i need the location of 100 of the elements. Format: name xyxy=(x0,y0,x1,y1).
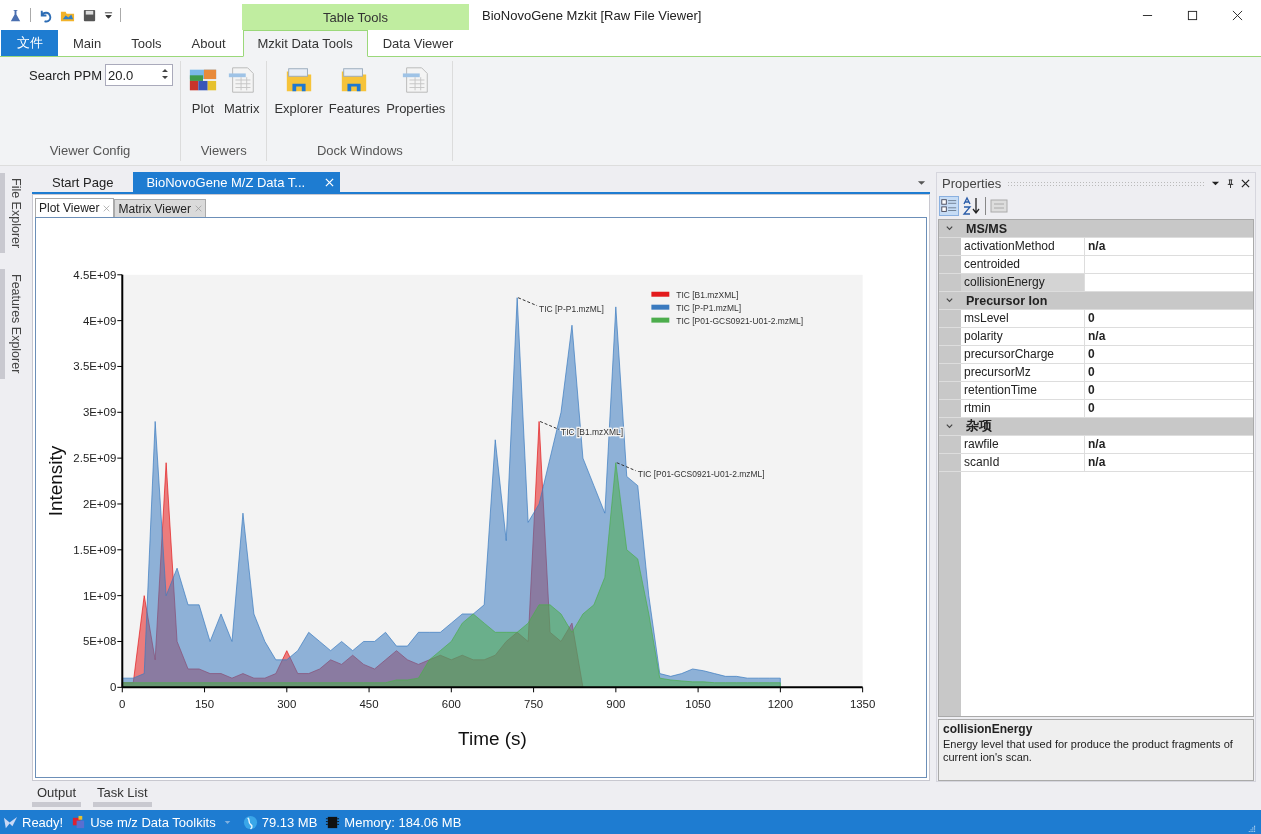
ribbon-button[interactable]: Plot xyxy=(187,61,219,116)
tick-label: 450 xyxy=(359,698,379,711)
tick-label: 750 xyxy=(524,698,544,711)
spreadsheet-icon xyxy=(400,65,431,95)
property-name[interactable]: polarity xyxy=(961,328,1085,345)
property-value: 0 xyxy=(1088,347,1095,361)
ribbon-tab[interactable]: Mzkit Data Tools xyxy=(242,30,368,57)
ribbon-button[interactable]: Properties xyxy=(385,61,447,116)
legend-label: TIC [B1.mzXML] xyxy=(676,289,739,300)
dropdown-icon[interactable] xyxy=(104,10,113,20)
ribbon-tab[interactable]: 文件 xyxy=(1,30,58,56)
property-name[interactable]: centroided xyxy=(961,256,1085,273)
status-text: 79.13 MB xyxy=(261,814,318,830)
ribbon-button[interactable]: Features xyxy=(327,61,382,116)
annotation-label: TIC [P01-GCS0921-U01-2.mzML] xyxy=(637,468,765,479)
contextual-group-label: Table Tools xyxy=(323,9,388,25)
close-icon[interactable] xyxy=(1232,9,1243,21)
document-tab[interactable]: Start Page xyxy=(32,172,134,192)
collapse-icon[interactable] xyxy=(945,422,954,431)
group-label: Dock Windows xyxy=(315,143,404,160)
group-label: Viewer Config xyxy=(48,143,132,160)
description-title: collisionEnergy xyxy=(943,722,1034,736)
property-name[interactable]: precursorCharge xyxy=(961,346,1085,363)
sort-alphabetical-icon[interactable] xyxy=(962,196,982,216)
ribbon-tab[interactable]: Data Viewer xyxy=(367,30,469,56)
flask-icon[interactable] xyxy=(8,7,23,23)
tick-label: 3.5E+09 xyxy=(73,360,117,373)
pin-icon[interactable] xyxy=(1226,178,1235,188)
document-tab[interactable]: BioNovoGene M/Z Data T... xyxy=(133,172,341,192)
property-name[interactable]: activationMethod xyxy=(961,238,1085,255)
property-name[interactable]: retentionTime xyxy=(961,382,1085,399)
tick-label: 4.5E+09 xyxy=(73,268,117,281)
viewer-tab[interactable]: Plot Viewer xyxy=(35,198,115,217)
tick-label: 1050 xyxy=(685,698,711,711)
collapse-icon[interactable] xyxy=(945,224,954,233)
ribbon-button[interactable]: Explorer xyxy=(273,61,324,116)
tick-label: 300 xyxy=(277,698,297,711)
globe-icon xyxy=(242,814,258,830)
tick-label: 2E+09 xyxy=(82,497,117,510)
close-icon[interactable] xyxy=(1241,178,1250,188)
tick-label: 150 xyxy=(195,698,215,711)
property-name[interactable]: collisionEnergy xyxy=(961,274,1085,291)
panel-title: Properties xyxy=(942,175,1002,191)
bird-icon xyxy=(3,814,18,830)
side-tab[interactable]: Features Explorer xyxy=(0,269,24,379)
tick-label: 0 xyxy=(119,698,126,711)
property-value: 0 xyxy=(1088,383,1095,397)
legend-swatch xyxy=(651,304,670,310)
categorized-icon[interactable] xyxy=(939,196,959,216)
property-value: n/a xyxy=(1088,437,1106,451)
tick-label: 1200 xyxy=(767,698,794,711)
property-value: 0 xyxy=(1088,311,1095,325)
property-name[interactable]: msLevel xyxy=(961,310,1085,327)
spin-field[interactable]: 20.0 xyxy=(105,64,173,86)
viewer-tab[interactable]: Matrix Viewer xyxy=(114,199,206,217)
annotation-label: TIC [P-P1.mzML] xyxy=(539,303,604,314)
axis-title: Time (s) xyxy=(458,728,527,750)
property-value: 0 xyxy=(1088,401,1095,415)
legend-label: TIC [P01-GCS0921-U01-2.mzML] xyxy=(676,315,804,326)
tick-label: 1350 xyxy=(849,698,876,711)
side-tab[interactable]: File Explorer xyxy=(0,173,24,254)
tick-label: 1E+09 xyxy=(82,589,117,602)
property-name[interactable]: scanId xyxy=(961,454,1085,471)
spin-arrows-icon[interactable] xyxy=(161,66,169,81)
property-name[interactable]: rawfile xyxy=(961,436,1085,453)
ribbon-tab[interactable]: Main xyxy=(58,30,117,56)
ribbon-tab[interactable]: Tools xyxy=(116,30,177,56)
status-text: Memory: 184.06 MB xyxy=(344,814,462,830)
save-icon[interactable] xyxy=(82,7,97,23)
status-text: Ready! xyxy=(22,814,64,830)
tick-label: 4E+09 xyxy=(82,314,117,327)
tick-label: 600 xyxy=(441,698,461,711)
status-text: Use m/z Data Toolkits xyxy=(90,814,216,830)
collapse-icon[interactable] xyxy=(945,296,954,305)
legend-swatch xyxy=(651,317,670,323)
property-name[interactable]: precursorMz xyxy=(961,364,1085,381)
maximize-icon[interactable] xyxy=(1187,9,1198,21)
leader-line xyxy=(616,462,637,472)
property-value: 0 xyxy=(1088,365,1095,379)
category-label: 杂项 xyxy=(966,418,992,435)
tick-label: 0 xyxy=(109,681,117,694)
axis-title: Intensity xyxy=(45,445,67,517)
ribbon-button[interactable]: Matrix xyxy=(223,61,261,116)
ribbon-tab[interactable]: About xyxy=(176,30,241,56)
property-value: n/a xyxy=(1088,329,1106,343)
tick-label: 2.5E+09 xyxy=(73,452,117,465)
property-value: n/a xyxy=(1088,239,1106,253)
tick-label: 5E+08 xyxy=(82,635,117,648)
chip-icon xyxy=(325,814,341,830)
toolkit-icon xyxy=(71,814,87,830)
category-label: MS/MS xyxy=(966,221,1007,236)
window-title: BioNovoGene Mzkit [Raw File Viewer] xyxy=(482,7,702,23)
dropdown-icon[interactable] xyxy=(917,180,926,186)
category-label: Precursor Ion xyxy=(966,293,1048,308)
description-text: Energy level that used for produce the product fragments of current ion's scan. xyxy=(943,738,1234,764)
tick-label: 1.5E+09 xyxy=(73,543,117,556)
leader-line xyxy=(517,297,538,307)
tick-label: 3E+09 xyxy=(82,406,117,419)
property-name[interactable]: rtmin xyxy=(961,400,1085,417)
resize-grip-icon[interactable] xyxy=(1247,823,1256,833)
